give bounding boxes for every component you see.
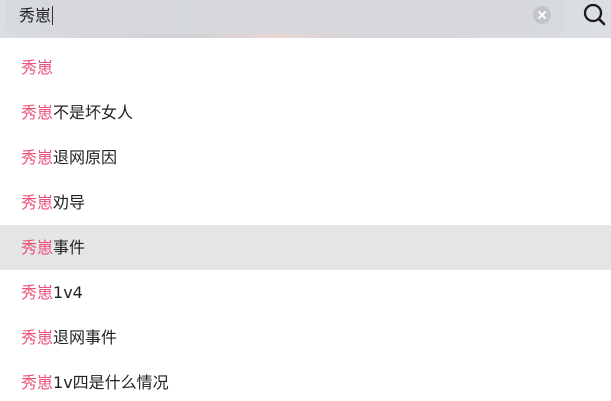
suggestion-rest-text: 事件 (53, 238, 86, 257)
suggestion-rest-text: 1v四是什么情况 (53, 373, 169, 392)
suggestion-item[interactable]: 秀崽事件 (0, 225, 611, 270)
suggestion-match-text: 秀崽 (21, 58, 54, 77)
suggestion-item[interactable]: 秀崽1v四是什么情况 (0, 360, 611, 401)
suggestion-rest-text: 1v4 (53, 283, 83, 302)
suggestion-rest-text: 不是坏女人 (53, 103, 134, 122)
search-query-text[interactable]: 秀崽 (19, 5, 51, 27)
search-input[interactable]: 秀崽 (6, 0, 564, 34)
suggestion-item[interactable]: 秀崽1v4 (0, 270, 611, 315)
suggestion-item[interactable]: 秀崽不是坏女人 (0, 90, 611, 135)
search-button[interactable] (575, 0, 611, 34)
suggestion-match-text: 秀崽 (21, 193, 54, 212)
suggestion-rest-text: 劝导 (53, 193, 86, 212)
suggestion-match-text: 秀崽 (21, 148, 54, 167)
suggestion-match-text: 秀崽 (21, 328, 54, 347)
suggestion-item[interactable]: 秀崽劝导 (0, 180, 611, 225)
search-header: 秀崽 (0, 0, 611, 38)
suggestion-match-text: 秀崽 (21, 283, 54, 302)
search-icon (583, 3, 606, 26)
suggestion-match-text: 秀崽 (21, 103, 54, 122)
suggestion-rest-text: 退网事件 (53, 328, 118, 347)
suggestion-rest-text: 退网原因 (53, 148, 118, 167)
text-caret (52, 6, 53, 25)
search-page: 秀崽 秀崽 秀崽不是坏女人 秀崽退网原因 秀崽劝导 秀崽事件 秀崽1v4 秀崽退网事件 秀崽1… (0, 0, 611, 401)
suggestion-item[interactable]: 秀崽退网原因 (0, 135, 611, 180)
clear-icon[interactable] (533, 6, 551, 24)
suggestion-item[interactable]: 秀崽退网事件 (0, 315, 611, 360)
suggestion-match-text: 秀崽 (21, 373, 54, 392)
suggestion-match-text: 秀崽 (21, 238, 54, 257)
suggestion-item[interactable]: 秀崽 (0, 45, 611, 90)
suggestion-list: 秀崽 秀崽不是坏女人 秀崽退网原因 秀崽劝导 秀崽事件 秀崽1v4 秀崽退网事件 秀崽1v四是… (0, 45, 611, 401)
